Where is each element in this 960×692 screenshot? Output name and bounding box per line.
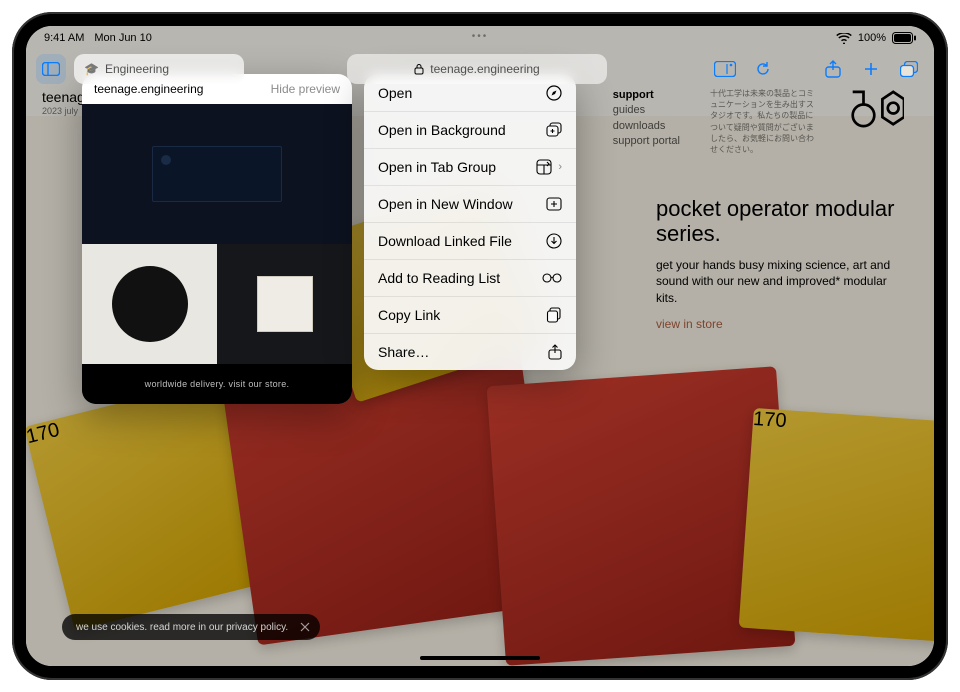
share-button[interactable]	[818, 54, 848, 84]
menu-item-label: Open in Tab Group	[378, 159, 496, 175]
status-time: 9:41 AM	[44, 32, 84, 44]
menu-item-label: Add to Reading List	[378, 270, 500, 286]
reader-icon	[714, 61, 736, 77]
tab-title: Engineering	[105, 62, 169, 76]
preview-cell	[82, 244, 217, 364]
close-icon	[300, 622, 310, 632]
menu-item-reading-list[interactable]: Add to Reading List	[364, 259, 576, 296]
share-up-icon	[548, 344, 562, 360]
tabs-overview-button[interactable]	[894, 54, 924, 84]
multitask-dots-icon[interactable]: •••	[472, 31, 489, 42]
menu-item-label: Share…	[378, 344, 429, 360]
menu-item-label: Download Linked File	[378, 233, 512, 249]
preview-product-row	[82, 104, 352, 244]
menu-item-open-new-window[interactable]: Open in New Window	[364, 185, 576, 222]
battery-icon	[892, 32, 916, 44]
tab-pill[interactable]: 🎓 Engineering	[74, 54, 244, 84]
preview-cell	[217, 244, 352, 364]
preview-cube-thumbnail	[257, 276, 313, 332]
cookie-close-button[interactable]	[300, 622, 310, 632]
lock-icon	[414, 63, 424, 75]
menu-item-label: Open in Background	[378, 122, 506, 138]
cookie-text: we use cookies. read more in our privacy…	[76, 622, 288, 633]
stack-plus-icon	[546, 122, 562, 138]
cookie-banner[interactable]: we use cookies. read more in our privacy…	[62, 614, 320, 640]
reload-icon	[755, 61, 771, 77]
menu-item-label: Open in New Window	[378, 196, 513, 212]
tabs-icon	[900, 61, 918, 77]
tab-favicon-icon: 🎓	[84, 62, 99, 76]
chevron-right-icon: ›	[558, 161, 562, 173]
new-tab-button[interactable]	[856, 54, 886, 84]
preview-product-row	[82, 244, 352, 364]
address-bar[interactable]: teenage.engineering	[347, 54, 607, 84]
reload-button[interactable]	[748, 54, 778, 84]
menu-item-open-background[interactable]: Open in Background	[364, 111, 576, 148]
wifi-icon	[836, 33, 852, 44]
preview-amp-thumbnail	[152, 146, 282, 202]
preview-disc-thumbnail	[112, 266, 188, 342]
copy-link-icon	[546, 307, 562, 323]
status-bar: 9:41 AM Mon Jun 10 ••• 100%	[26, 26, 934, 50]
reader-button[interactable]	[710, 54, 740, 84]
preview-footer: worldwide delivery. visit our store.	[82, 364, 352, 404]
address-text: teenage.engineering	[430, 62, 539, 76]
tab-group-icon: ›	[536, 159, 562, 175]
status-date: Mon Jun 10	[94, 32, 151, 44]
menu-item-download-linked-file[interactable]: Download Linked File	[364, 222, 576, 259]
share-icon	[825, 60, 841, 78]
glasses-icon	[542, 273, 562, 283]
download-icon	[546, 233, 562, 249]
link-context-menu: Open Open in Background Open in Tab Grou…	[364, 74, 576, 370]
sidebar-icon	[42, 62, 60, 76]
menu-item-open-tab-group[interactable]: Open in Tab Group ›	[364, 148, 576, 185]
menu-item-label: Copy Link	[378, 307, 440, 323]
window-plus-icon	[546, 196, 562, 212]
menu-item-share[interactable]: Share…	[364, 333, 576, 370]
preview-body[interactable]: worldwide delivery. visit our store.	[82, 104, 352, 404]
ipad-frame: support guides downloads support portal …	[12, 12, 948, 680]
sidebar-button[interactable]	[36, 54, 66, 84]
plus-icon	[863, 61, 879, 77]
link-preview-popover: teenage.engineering Hide preview worldwi…	[82, 74, 352, 404]
safari-toolbar: 🎓 Engineering teenage.engineering	[26, 50, 934, 88]
screen: support guides downloads support portal …	[26, 26, 934, 666]
battery-text: 100%	[858, 32, 886, 44]
menu-item-copy-link[interactable]: Copy Link	[364, 296, 576, 333]
home-indicator[interactable]	[420, 656, 540, 660]
